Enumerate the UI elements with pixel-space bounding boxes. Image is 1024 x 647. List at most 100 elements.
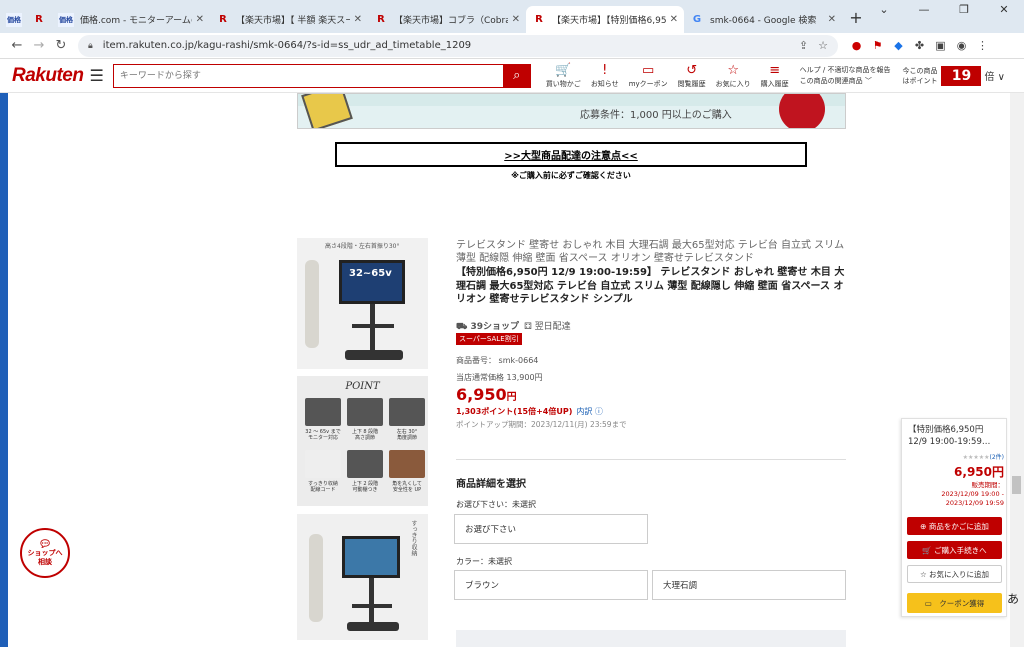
bookmark-star-icon[interactable]: ☆ xyxy=(818,39,828,52)
tab-search-button[interactable]: ⌄ xyxy=(864,0,904,20)
close-tab-icon[interactable]: ✕ xyxy=(196,14,204,25)
tab-kakaku[interactable]: 価格価格.com - モニターアームのクチコミ掲✕ xyxy=(52,6,210,33)
tv-stand-shelf xyxy=(352,324,394,328)
close-window-button[interactable]: ✕ xyxy=(984,0,1024,20)
review-stars[interactable]: ★★★★★(2件) xyxy=(908,452,1004,461)
url-text: item.rakuten.co.jp/kagu-rashi/smk-0664/?… xyxy=(102,40,472,51)
tab-google-search[interactable]: Gsmk-0664 - Google 検索 ✕ xyxy=(684,6,842,33)
tv-screen-image xyxy=(342,536,400,578)
points-line-2: はポイント xyxy=(902,76,938,85)
search-button[interactable]: ⌕ xyxy=(502,63,531,88)
forward-icon[interactable]: → xyxy=(28,38,50,53)
tab-rakuten-product-active[interactable]: R【楽天市場】【特別価格6,950円 12/✕ xyxy=(526,6,684,33)
banner-arrow-icon xyxy=(779,94,825,128)
product-thumbnail-1[interactable]: 高さ4段階・左右首振り30° 32~65v xyxy=(297,238,428,369)
search-input[interactable] xyxy=(113,64,503,87)
header-link-cart[interactable]: 🛒 買い物かご xyxy=(546,63,581,89)
header-link-purchase[interactable]: ≡ 購入履歴 xyxy=(761,63,789,89)
delivery-notice-link[interactable]: >>大型商品配達の注意点<< xyxy=(335,142,807,167)
scrollbar-thumb[interactable] xyxy=(1012,476,1021,494)
notice-icon: ! xyxy=(602,62,608,78)
points-period: ポイントアップ期間：2023/12/11(月) 23:59まで xyxy=(456,420,627,429)
product-thumbnail-2[interactable]: POINT 32 ～ 65v まで モニター対応 上下 8 段階 高さ調節 左右 3… xyxy=(297,376,428,506)
close-tab-icon[interactable]: ✕ xyxy=(354,14,362,25)
color-option-brown[interactable]: ブラウン xyxy=(454,570,648,600)
tab-rakuten-cobra[interactable]: R【楽天市場】コブラ（Cobra）（メンズ✕ xyxy=(368,6,526,33)
banner-condition: 応募条件：1,000 円以上のご購入 xyxy=(580,110,732,121)
person-image xyxy=(305,260,319,348)
points-multiplier-suffix[interactable]: 倍 ∨ xyxy=(984,68,1005,83)
point-feature-label: 32 ～ 65v まで モニター対応 xyxy=(305,429,341,441)
rakuten-logo[interactable]: Rakuten xyxy=(12,65,84,87)
shop-consult-button[interactable]: 💬︎ ショップへ 相談 xyxy=(20,528,70,578)
panel-product-title: 【特別価格6,950円 12/9 19:00-19:59… xyxy=(908,424,1002,448)
reload-icon[interactable]: ↻ xyxy=(50,38,72,53)
close-tab-icon[interactable]: ✕ xyxy=(670,14,678,25)
point-feature-image xyxy=(389,450,425,478)
product-category-title: テレビスタンド 壁寄せ おしゃれ 木目 大理石調 最大65型対応 テレビ台 自立… xyxy=(456,240,845,264)
tv-stand-base xyxy=(347,622,399,631)
color-label: カラー：未選択 xyxy=(456,557,512,566)
add-to-favorites-button[interactable]: ☆ お気に入りに追加 xyxy=(907,565,1002,583)
help-links[interactable]: ヘルプ / 不適切な商品を報告 この商品の関連商品 ﹀ xyxy=(800,65,891,87)
header-link-star[interactable]: ☆ お気に入り xyxy=(716,63,751,89)
product-thumbnail-3[interactable]: すっきり収納 xyxy=(297,514,428,640)
page-scrollbar[interactable] xyxy=(1010,93,1024,647)
option-select[interactable]: お選び下さい xyxy=(454,514,648,544)
related-products-link[interactable]: この商品の関連商品 ﹀ xyxy=(800,76,891,87)
tv-stand-pole xyxy=(369,578,374,622)
purchase-button[interactable]: 🛒 ご購入手続きへ xyxy=(907,541,1002,559)
profile-avatar-icon[interactable]: ◉ xyxy=(951,39,972,52)
section-divider xyxy=(456,459,846,460)
get-coupon-button[interactable]: ▭ クーポン獲得 xyxy=(907,593,1002,613)
color-option-marble[interactable]: 大理石調 xyxy=(652,570,846,600)
rakuten-favicon: R xyxy=(219,14,227,25)
close-tab-icon[interactable]: ✕ xyxy=(828,14,836,25)
menu-dots-icon[interactable]: ⋮ xyxy=(972,39,993,52)
close-tab-icon[interactable]: ✕ xyxy=(512,14,520,25)
extension-icon[interactable]: ◆ xyxy=(888,39,909,52)
maximize-button[interactable]: ❐ xyxy=(944,0,984,20)
help-report-link[interactable]: ヘルプ / 不適切な商品を報告 xyxy=(800,65,891,76)
tab-rakuten-sale[interactable]: R【楽天市場】【 半額 楽天スーパーSAL✕ xyxy=(210,6,368,33)
ime-indicator[interactable]: あ xyxy=(1007,590,1019,607)
delivery-notice-sub: ※ご購入前に必ずご確認ください xyxy=(511,171,631,180)
share-icon[interactable]: ⇪ xyxy=(799,39,808,52)
tv-stand-base xyxy=(345,350,403,360)
tab-kakaku-pinned[interactable]: 価格 xyxy=(0,6,26,33)
points-breakdown-link[interactable]: 内訳 ⓘ xyxy=(576,407,603,416)
flag-extension-icon[interactable]: ⚑ xyxy=(867,39,888,52)
puzzle-icon[interactable]: ✤ xyxy=(909,39,930,52)
header-link-notice[interactable]: ! お知らせ xyxy=(591,63,619,89)
price-value: 6,950 xyxy=(456,385,507,404)
search-icon: ⌕ xyxy=(513,68,521,83)
panel-title-line1: 【特別価格6,950円 xyxy=(908,425,984,435)
points-multiplier-badge[interactable]: 19 xyxy=(941,65,982,86)
next-section xyxy=(456,630,846,647)
review-count[interactable]: (2件) xyxy=(990,454,1005,461)
rakuten-favicon: R xyxy=(535,14,543,25)
side-panel-icon[interactable]: ▣ xyxy=(930,39,951,52)
header-link-coupon[interactable]: ▭ myクーポン xyxy=(629,63,668,89)
header-link-label: 閲覧履歴 xyxy=(677,79,706,88)
add-to-cart-button[interactable]: ⊕ 商品をかごに追加 xyxy=(907,517,1002,535)
campaign-banner[interactable]: 応募条件：1,000 円以上のご購入 xyxy=(297,93,846,129)
back-icon[interactable]: ← xyxy=(6,38,28,53)
point-feature-image xyxy=(347,398,383,426)
stars-icon: ★★★★★ xyxy=(962,454,990,461)
point-feature-label: 上下 8 段階 高さ調節 xyxy=(351,429,379,441)
hamburger-menu-icon[interactable]: ☰ xyxy=(89,66,103,85)
option-label: お選び下さい：未選択 xyxy=(456,500,536,509)
kakaku-favicon: 価格 xyxy=(6,12,22,27)
tv-screen-image xyxy=(339,260,405,304)
point-feature-label: すっきり収納 配線コード xyxy=(308,481,338,493)
next-day-delivery-badge: ⚃ 翌日配達 xyxy=(524,322,571,332)
star-icon: ☆ xyxy=(727,62,739,78)
site-info-icon[interactable]: 🔒︎ xyxy=(88,41,93,51)
minimize-button[interactable]: — xyxy=(904,0,944,20)
ublock-icon[interactable]: ● xyxy=(846,39,867,52)
tab-rakuten-pinned[interactable]: R xyxy=(26,6,52,33)
floating-purchase-panel: 【特別価格6,950円 12/9 19:00-19:59… ★★★★★(2件) … xyxy=(901,418,1007,617)
header-link-history[interactable]: ↺ 閲覧履歴 xyxy=(678,63,706,89)
omnibox[interactable]: 🔒︎ item.rakuten.co.jp/kagu-rashi/smk-066… xyxy=(78,34,838,57)
